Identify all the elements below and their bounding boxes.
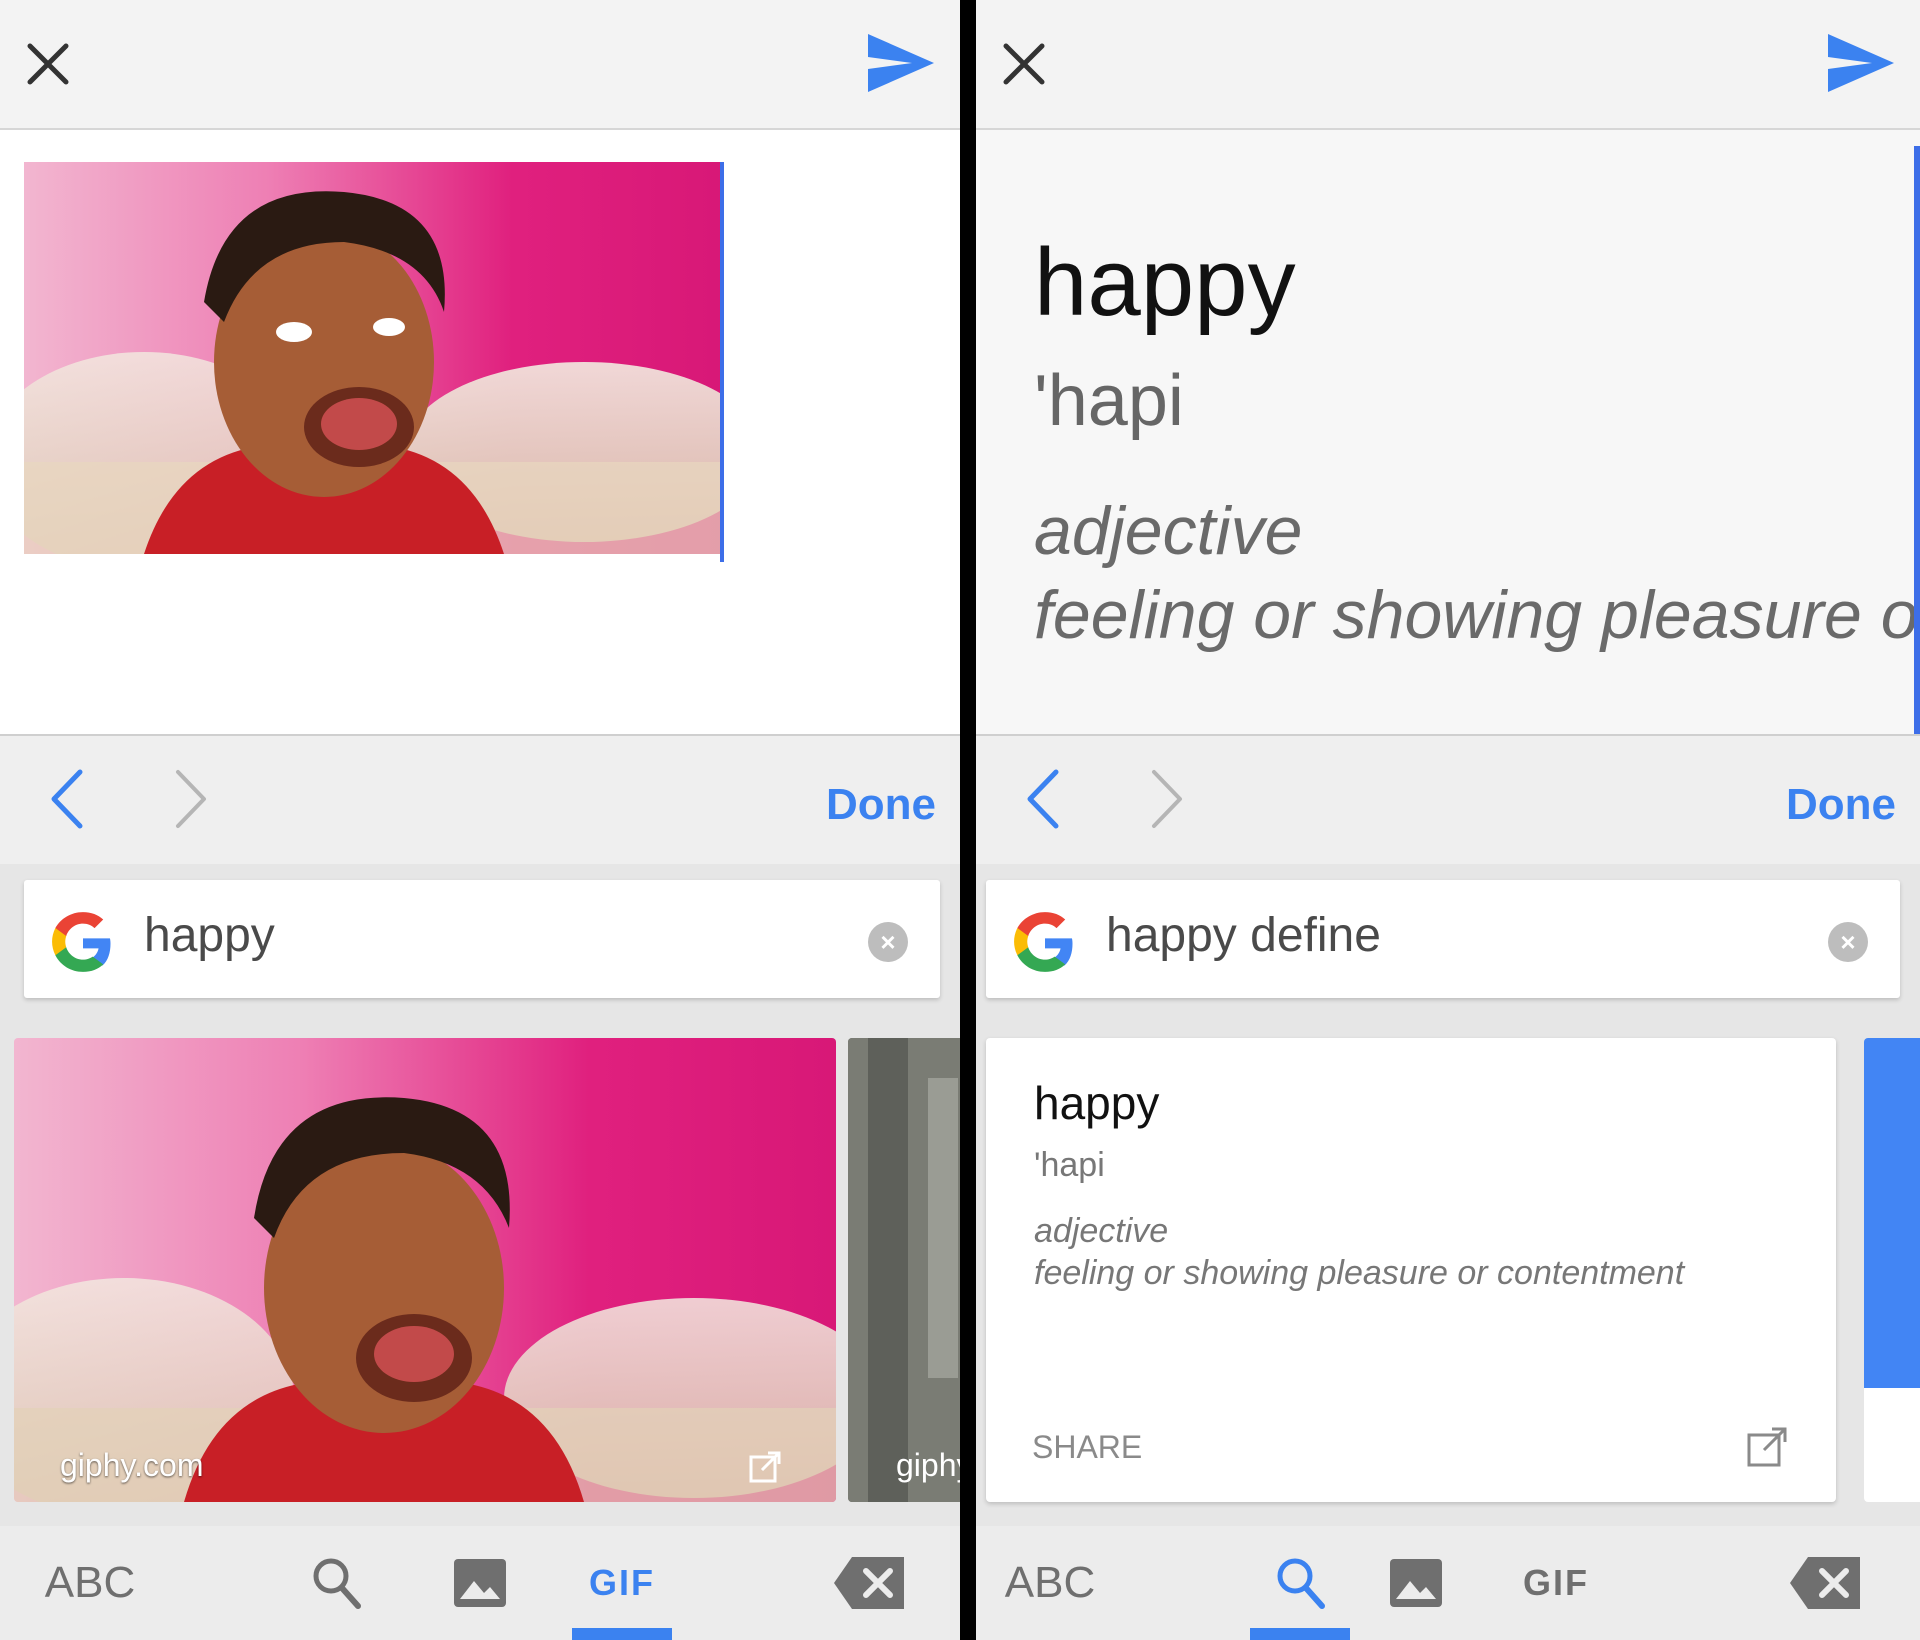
search-input[interactable]: happy define × <box>986 880 1900 998</box>
tab-gif[interactable]: GIF <box>572 1548 672 1618</box>
left-screen: Done happy × giphy.com giph ABC GIF <box>0 0 960 1640</box>
next-result-card[interactable] <box>1864 1038 1920 1502</box>
screen-divider <box>960 0 976 1640</box>
tab-backspace[interactable] <box>830 1548 910 1618</box>
text-cursor <box>720 162 724 562</box>
done-button[interactable]: Done <box>1786 780 1896 830</box>
send-icon[interactable] <box>866 32 936 94</box>
active-tab-indicator <box>1250 1628 1350 1640</box>
definition-meaning: feeling or showing pleasure or contentme… <box>1034 577 1920 653</box>
next-result-card-header <box>1864 1038 1920 1388</box>
search-query: happy <box>144 909 275 962</box>
card-part-of-speech: adjective <box>1034 1212 1169 1250</box>
card-pronunciation: 'hapi <box>1034 1146 1105 1184</box>
google-logo-icon <box>52 912 111 972</box>
clear-icon[interactable]: × <box>868 922 908 962</box>
right-screen: happy 'hapi adjective feeling or showing… <box>976 0 1920 1640</box>
chevron-left-icon[interactable] <box>44 766 88 832</box>
search-icon <box>1277 1558 1325 1609</box>
chevron-right-icon[interactable] <box>170 766 214 832</box>
chevron-left-icon[interactable] <box>1020 766 1064 832</box>
gif-result-card[interactable]: giphy.com <box>14 1038 836 1502</box>
share-button[interactable]: SHARE <box>1032 1429 1142 1466</box>
tab-backspace[interactable] <box>1786 1548 1866 1618</box>
tab-gif[interactable]: GIF <box>1506 1548 1606 1618</box>
search-input[interactable]: happy × <box>24 880 940 998</box>
definition-pronunciation: 'hapi <box>1034 361 1184 441</box>
card-meaning: feeling or showing pleasure or contentme… <box>1034 1254 1685 1292</box>
clear-icon[interactable]: × <box>1828 922 1868 962</box>
active-tab-indicator <box>572 1628 672 1640</box>
keyboard-tab-bar: ABC GIF <box>976 1526 1920 1640</box>
card-word: happy <box>1034 1077 1160 1129</box>
close-icon[interactable] <box>24 40 72 88</box>
search-bar-area: happy define × <box>976 864 1920 1004</box>
search-query: happy define <box>1106 909 1381 962</box>
open-external-icon[interactable] <box>748 1450 782 1484</box>
compose-toolbar <box>976 0 1920 130</box>
text-cursor <box>1914 146 1920 734</box>
gif-preview <box>24 162 722 554</box>
keyboard-tab-bar: ABC GIF <box>0 1526 960 1640</box>
send-icon[interactable] <box>1826 32 1896 94</box>
keyboard-nav-bar: Done <box>0 736 960 864</box>
compose-area[interactable]: happy 'hapi adjective feeling or showing… <box>976 130 1920 736</box>
tab-search[interactable] <box>1250 1548 1350 1618</box>
tab-image[interactable] <box>450 1548 510 1618</box>
gif-source-label: giphy.com <box>60 1447 204 1483</box>
keyboard-nav-bar: Done <box>976 736 1920 864</box>
backspace-icon <box>1790 1557 1860 1609</box>
tab-abc[interactable]: ABC <box>40 1548 140 1618</box>
definition-word: happy <box>1034 229 1296 336</box>
search-icon <box>313 1558 361 1609</box>
tab-abc[interactable]: ABC <box>1000 1548 1100 1618</box>
compose-toolbar <box>0 0 960 130</box>
backspace-icon <box>834 1557 904 1609</box>
compose-area[interactable] <box>0 130 960 736</box>
definition-card[interactable]: happy 'hapi adjective feeling or showing… <box>986 1038 1836 1502</box>
gif-results: giphy.com giphy <box>0 1004 960 1526</box>
image-icon <box>1390 1559 1442 1607</box>
search-bar-area: happy × <box>0 864 960 1004</box>
gif-source-label: giphy <box>896 1447 960 1483</box>
search-results: happy 'hapi adjective feeling or showing… <box>976 1004 1920 1526</box>
done-button[interactable]: Done <box>826 780 936 830</box>
close-icon[interactable] <box>1000 40 1048 88</box>
gif-result-card[interactable]: giphy <box>848 1038 960 1502</box>
definition-part-of-speech: adjective <box>1034 493 1303 569</box>
open-external-icon[interactable] <box>1746 1426 1788 1468</box>
image-icon <box>454 1559 506 1607</box>
tab-search[interactable] <box>306 1548 366 1618</box>
tab-image[interactable] <box>1386 1548 1446 1618</box>
chevron-right-icon[interactable] <box>1146 766 1190 832</box>
google-logo-icon <box>1014 912 1073 972</box>
